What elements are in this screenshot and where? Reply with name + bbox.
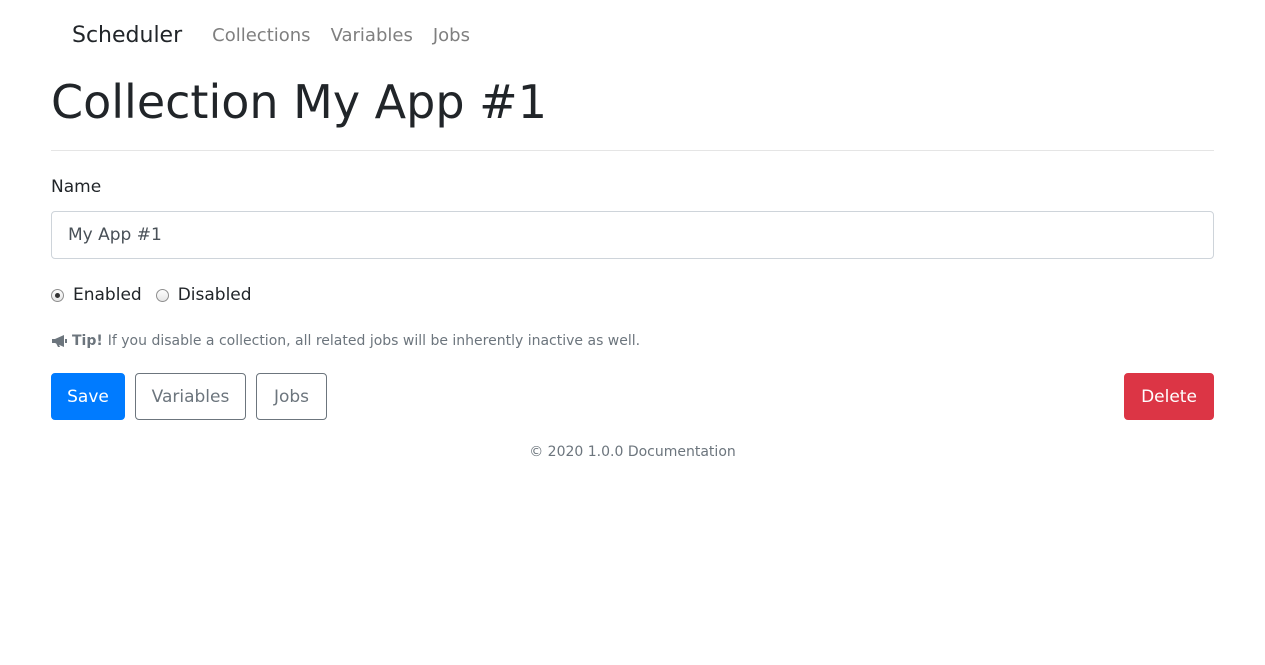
delete-button[interactable]: Delete	[1124, 373, 1214, 420]
name-input[interactable]	[51, 211, 1214, 259]
disabled-label: Disabled	[177, 285, 252, 305]
disabled-radio[interactable]	[155, 288, 169, 302]
radio-option-disabled[interactable]: Disabled	[155, 283, 252, 307]
nav-link-jobs[interactable]: Jobs	[433, 22, 470, 50]
status-radio-group: Enabled Disabled	[51, 283, 266, 307]
documentation-link[interactable]: Documentation	[628, 444, 736, 460]
megaphone-icon	[52, 335, 67, 347]
tip-message: If you disable a collection, all related…	[107, 333, 641, 349]
divider	[51, 150, 1214, 151]
page: Scheduler Collections Variables Jobs Col…	[0, 0, 1265, 665]
navbar: Scheduler Collections Variables Jobs	[72, 22, 490, 50]
save-button[interactable]: Save	[51, 373, 125, 420]
nav-link-variables[interactable]: Variables	[331, 22, 413, 50]
jobs-button[interactable]: Jobs	[256, 373, 327, 420]
enabled-label: Enabled	[73, 285, 142, 305]
footer-copyright: © 2020 1.0.0	[529, 444, 624, 460]
name-label: Name	[51, 177, 102, 197]
tip-heading: Tip!	[72, 333, 103, 349]
page-title: Collection My App #1	[51, 75, 547, 129]
radio-option-enabled[interactable]: Enabled	[51, 283, 142, 307]
tip-text: Tip! If you disable a collection, all re…	[51, 331, 640, 351]
navbar-brand[interactable]: Scheduler	[72, 22, 182, 50]
enabled-radio[interactable]	[51, 288, 64, 302]
footer: © 2020 1.0.0 Documentation	[0, 442, 1265, 462]
variables-button[interactable]: Variables	[135, 373, 246, 420]
nav-link-collections[interactable]: Collections	[212, 22, 310, 50]
